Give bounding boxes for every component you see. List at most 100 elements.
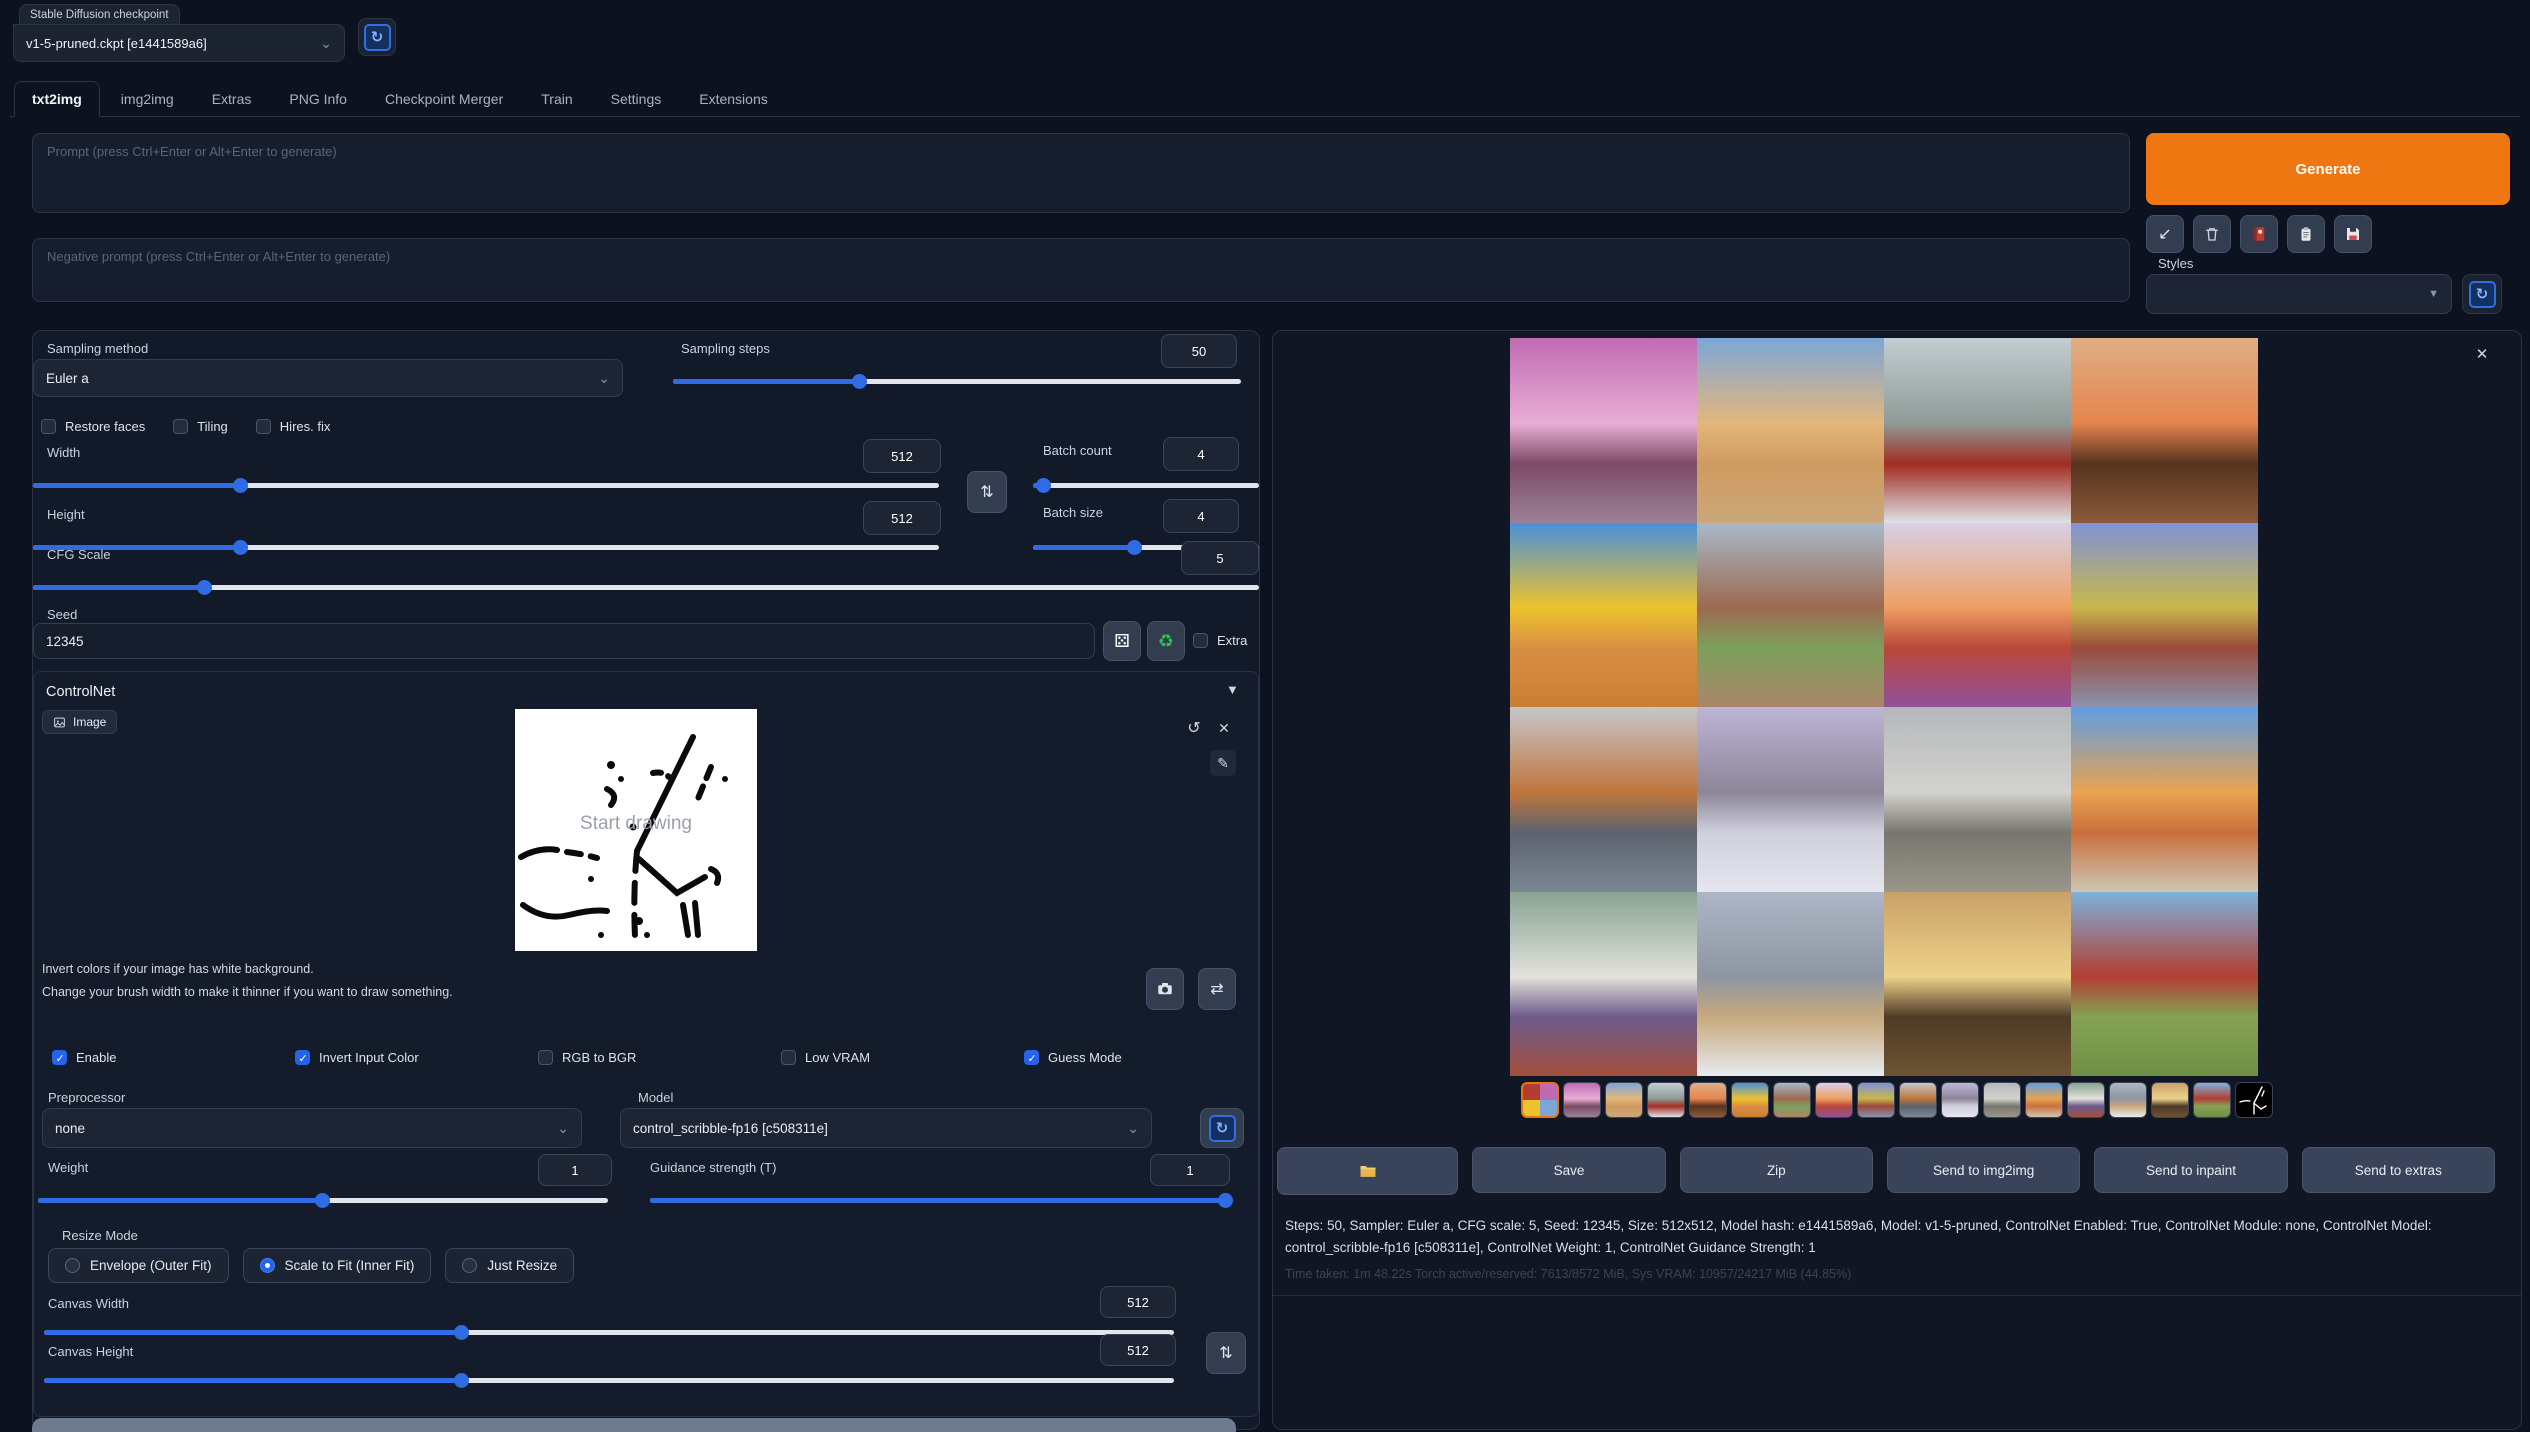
gallery-image-snowy-village-lane[interactable] xyxy=(1697,707,1884,892)
collapse-panel-button[interactable]: ▼ xyxy=(1226,682,1239,697)
thumbnail-cottage-blue-sky[interactable] xyxy=(1605,1082,1643,1118)
gallery-image-barn-golden-sunset[interactable] xyxy=(1884,892,2071,1077)
thumbnail-dark-house-orange-sunset[interactable] xyxy=(1689,1082,1727,1118)
gallery-image-red-farmhouse-meadow[interactable] xyxy=(2071,892,2258,1077)
gallery-image-village-street-purple-sunset[interactable] xyxy=(1510,338,1697,523)
thumbnail-red-houses-snowy-mountain[interactable] xyxy=(1647,1082,1685,1118)
open-folder-button[interactable] xyxy=(1277,1147,1458,1195)
checkbox-restore-faces[interactable]: Restore faces xyxy=(41,419,145,434)
tab-extras[interactable]: Extras xyxy=(195,82,269,116)
close-gallery-button[interactable]: ✕ xyxy=(2471,343,2493,365)
cfg-scale-input[interactable]: 5 xyxy=(1181,541,1259,575)
webcam-button[interactable] xyxy=(1146,968,1184,1010)
tab-train[interactable]: Train xyxy=(524,82,589,116)
style-book-button[interactable] xyxy=(2240,215,2278,253)
batch-count-slider[interactable] xyxy=(1033,477,1259,493)
generate-button[interactable]: Generate xyxy=(2146,133,2510,205)
guidance-strength-input[interactable]: 1 xyxy=(1150,1154,1230,1186)
sampling-steps-input[interactable]: 50 xyxy=(1161,334,1237,368)
width-input[interactable]: 512 xyxy=(863,439,941,473)
hires-fix-checkbox[interactable] xyxy=(256,419,271,434)
checkbox-guess-mode[interactable]: Guess Mode xyxy=(1024,1050,1267,1065)
undo-button[interactable]: ↺ xyxy=(1182,716,1206,740)
thumbnail-red-house-purple-path[interactable] xyxy=(1815,1082,1853,1118)
tab-png-info[interactable]: PNG Info xyxy=(272,82,364,116)
canvas-height-slider[interactable] xyxy=(44,1372,1174,1388)
swap-width-height-button[interactable]: ⇅ xyxy=(967,471,1007,513)
height-input[interactable]: 512 xyxy=(863,501,941,535)
thumbnail-yellow-house-desert[interactable] xyxy=(1731,1082,1769,1118)
thumbnail-coastal-road-houses[interactable] xyxy=(1899,1082,1937,1118)
batch-size-input[interactable]: 4 xyxy=(1163,499,1239,533)
thumbnail-village-street-purple-sunset[interactable] xyxy=(1563,1082,1601,1118)
gallery-image-snowy-mountain-cabin[interactable] xyxy=(1697,892,1884,1077)
checkbox-tiling[interactable]: Tiling xyxy=(173,419,228,434)
extra-seed-checkbox[interactable] xyxy=(1193,633,1208,648)
random-seed-button[interactable]: ⚄ xyxy=(1103,621,1141,661)
send-to-img2img-button[interactable]: Send to img2img xyxy=(1887,1147,2080,1193)
scribble-canvas[interactable]: Start drawing xyxy=(515,709,757,951)
width-slider[interactable] xyxy=(33,477,939,493)
zip-button[interactable]: Zip xyxy=(1680,1147,1873,1193)
send-to-extras-button[interactable]: Send to extras xyxy=(2302,1147,2495,1193)
gallery-image-stone-house-green-yard[interactable] xyxy=(1697,523,1884,708)
checkbox-hires-fix[interactable]: Hires. fix xyxy=(256,419,331,434)
gallery-image-sunny-village-street[interactable] xyxy=(2071,707,2258,892)
restore-faces-checkbox[interactable] xyxy=(41,419,56,434)
tiling-checkbox[interactable] xyxy=(173,419,188,434)
gallery-image-dark-house-orange-sunset[interactable] xyxy=(2071,338,2258,523)
checkbox-extra-seed[interactable]: Extra xyxy=(1193,633,1247,648)
resize-option-envelope-outer-fit[interactable]: Envelope (Outer Fit) xyxy=(48,1248,229,1283)
save-style-button[interactable] xyxy=(2334,215,2372,253)
thumbnail-barn-golden-sunset[interactable] xyxy=(2151,1082,2189,1118)
thumbnail-grid[interactable] xyxy=(1521,1082,1559,1118)
prompt-input[interactable] xyxy=(32,133,2130,213)
height-slider[interactable] xyxy=(33,539,939,555)
gallery-image-red-houses-snowy-mountain[interactable] xyxy=(1884,338,2071,523)
checkbox-invert-input-color[interactable]: Invert Input Color xyxy=(295,1050,538,1065)
canvas-width-slider[interactable] xyxy=(44,1324,1174,1340)
canvas-width-input[interactable]: 512 xyxy=(1100,1286,1176,1318)
weight-input[interactable]: 1 xyxy=(538,1154,612,1186)
refresh-models-button[interactable]: ↻ xyxy=(1200,1108,1244,1148)
clear-image-button[interactable]: ✕ xyxy=(1212,716,1236,740)
save-button[interactable]: Save xyxy=(1472,1147,1665,1193)
thumbnail-white-house-red-brush[interactable] xyxy=(2067,1082,2105,1118)
sampling-method-dropdown[interactable]: Euler a ⌄ xyxy=(33,359,623,397)
low-vram-checkbox[interactable] xyxy=(781,1050,796,1065)
thumbnail-stone-house-green-yard[interactable] xyxy=(1773,1082,1811,1118)
reuse-seed-button[interactable]: ♻ xyxy=(1147,621,1185,661)
sampling-steps-slider[interactable] xyxy=(673,373,1241,389)
mirror-webcam-button[interactable]: ⇄ xyxy=(1198,968,1236,1010)
seed-input[interactable]: 12345 xyxy=(33,623,1095,659)
styles-dropdown[interactable]: ▼ xyxy=(2146,274,2452,314)
weight-slider[interactable] xyxy=(38,1192,608,1208)
refresh-styles-button[interactable]: ↻ xyxy=(2462,274,2502,314)
thumbnail-snowy-village-lane[interactable] xyxy=(1941,1082,1979,1118)
checkbox-enable[interactable]: Enable xyxy=(52,1050,295,1065)
rgb-to-bgr-checkbox[interactable] xyxy=(538,1050,553,1065)
enable-checkbox[interactable] xyxy=(52,1050,67,1065)
tab-img2img[interactable]: img2img xyxy=(104,82,191,116)
swap-canvas-dims-button[interactable]: ⇅ xyxy=(1206,1332,1246,1374)
checkbox-low-vram[interactable]: Low VRAM xyxy=(781,1050,1024,1065)
checkbox-rgb-to-bgr[interactable]: RGB to BGR xyxy=(538,1050,781,1065)
model-dropdown[interactable]: control_scribble-fp16 [c508311e] ⌄ xyxy=(620,1108,1152,1148)
thumbnail-sunny-village-street[interactable] xyxy=(2025,1082,2063,1118)
canvas-height-input[interactable]: 512 xyxy=(1100,1334,1176,1366)
gallery-image-red-house-purple-path[interactable] xyxy=(1884,523,2071,708)
thumbnail-colorful-street-sunburst[interactable] xyxy=(1857,1082,1895,1118)
restore-progress-button[interactable]: ↙ xyxy=(2146,215,2184,253)
resize-option-just-resize[interactable]: Just Resize xyxy=(445,1248,574,1283)
gallery-image-grayscale-old-house[interactable] xyxy=(1884,707,2071,892)
gallery-image-colorful-street-sunburst[interactable] xyxy=(2071,523,2258,708)
paste-params-button[interactable] xyxy=(2287,215,2325,253)
negative-prompt-input[interactable] xyxy=(32,238,2130,302)
tab-extensions[interactable]: Extensions xyxy=(682,82,784,116)
checkpoint-dropdown[interactable]: v1-5-pruned.ckpt [e1441589a6] ⌄ xyxy=(13,24,345,62)
preprocessor-dropdown[interactable]: none ⌄ xyxy=(42,1108,582,1148)
thumbnail-grayscale-old-house[interactable] xyxy=(1983,1082,2021,1118)
send-to-inpaint-button[interactable]: Send to inpaint xyxy=(2094,1147,2287,1193)
gallery-image-coastal-road-houses[interactable] xyxy=(1510,707,1697,892)
guess-mode-checkbox[interactable] xyxy=(1024,1050,1039,1065)
